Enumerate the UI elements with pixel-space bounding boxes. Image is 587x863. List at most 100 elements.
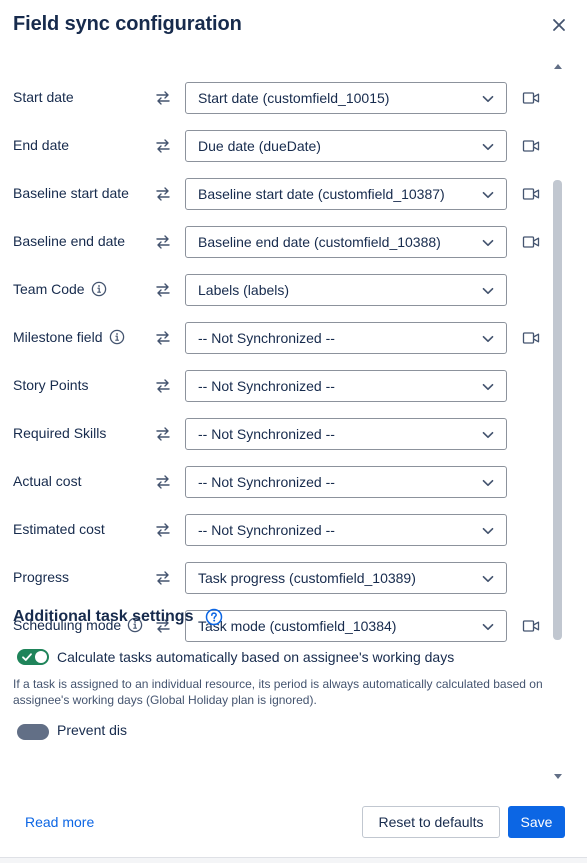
video-camera-icon[interactable] [522,234,540,250]
read-more-link[interactable]: Read more [25,814,94,830]
field-row: End date Due date (dueDate) [0,130,550,162]
field-select-value: -- Not Synchronized -- [198,426,335,442]
field-select[interactable]: -- Not Synchronized -- [185,322,507,354]
field-sync-dialog: Field sync configuration Start date Start… [0,0,587,858]
field-row: Estimated cost -- Not Synchronized -- [0,514,550,546]
field-select-value: Due date (dueDate) [198,138,321,154]
scroll-down-arrow-icon[interactable] [553,773,563,781]
field-label: Baseline end date [13,233,125,249]
field-row: Milestone field -- Not Synchronized -- [0,322,550,354]
video-camera-icon[interactable] [522,330,540,346]
scrollbar-thumb[interactable] [553,180,562,640]
sync-arrows-icon [154,233,172,251]
field-label: Estimated cost [13,521,105,537]
field-select-value: Labels (labels) [198,282,290,298]
field-label-text: Estimated cost [13,521,105,537]
second-toggle-label: Prevent dis [57,722,128,738]
additional-settings-title: Additional task settings [13,608,194,625]
field-label: Baseline start date [13,185,129,201]
chevron-down-icon [481,428,495,442]
field-label-text: Baseline start date [13,185,129,201]
field-select-value: -- Not Synchronized -- [198,474,335,490]
chevron-down-icon [481,140,495,154]
field-select[interactable]: Start date (customfield_10015) [185,82,507,114]
field-select-value: -- Not Synchronized -- [198,330,335,346]
dialog-title: Field sync configuration [13,13,242,35]
field-select-value: Task mode (customfield_10384) [198,618,397,634]
toggle-knob [35,651,47,663]
field-select[interactable]: Labels (labels) [185,274,507,306]
sync-arrows-icon [154,185,172,203]
chevron-down-icon [481,284,495,298]
field-select-value: Baseline end date (customfield_10388) [198,234,441,250]
sync-arrows-icon [154,329,172,347]
field-label-text: Required Skills [13,425,107,441]
sync-arrows-icon [154,281,172,299]
field-select[interactable]: Due date (dueDate) [185,130,507,162]
close-icon [553,19,565,31]
field-select[interactable]: -- Not Synchronized -- [185,514,507,546]
field-select[interactable]: Task progress (customfield_10389) [185,562,507,594]
save-button[interactable]: Save [508,806,565,838]
chevron-down-icon [481,92,495,106]
field-select[interactable]: -- Not Synchronized -- [185,418,507,450]
field-select-value: -- Not Synchronized -- [198,378,335,394]
field-label: Start date [13,89,74,105]
sync-arrows-icon [154,569,172,587]
close-button[interactable] [548,14,570,36]
field-label-text: Start date [13,89,74,105]
auto-calc-help-text: If a task is assigned to an individual r… [13,677,543,707]
sync-arrows-icon [154,137,172,155]
info-icon[interactable] [91,281,107,297]
sync-arrows-icon [154,425,172,443]
field-row: Actual cost -- Not Synchronized -- [0,466,550,498]
chevron-down-icon [481,236,495,250]
field-select[interactable]: Baseline start date (customfield_10387) [185,178,507,210]
check-icon [22,653,32,661]
field-row: Required Skills -- Not Synchronized -- [0,418,550,450]
field-label-text: Story Points [13,377,89,393]
video-camera-icon[interactable] [522,138,540,154]
chevron-down-icon [481,620,495,634]
video-camera-icon[interactable] [522,618,540,634]
chevron-down-icon [481,332,495,346]
field-label-text: Milestone field [13,329,103,345]
field-label-text: Actual cost [13,473,82,489]
video-camera-icon[interactable] [522,90,540,106]
info-icon[interactable] [109,329,125,345]
question-circle-icon[interactable] [205,608,223,626]
sync-arrows-icon [154,473,172,491]
field-select[interactable]: -- Not Synchronized -- [185,466,507,498]
video-camera-icon[interactable] [522,186,540,202]
field-select-value: Start date (customfield_10015) [198,90,390,106]
chevron-down-icon [481,380,495,394]
field-row: Story Points -- Not Synchronized -- [0,370,550,402]
field-label: Actual cost [13,473,81,489]
chevron-down-icon [481,572,495,586]
field-row: Progress Task progress (customfield_10389… [0,562,550,594]
additional-settings-heading: Additional task settings [13,608,223,626]
field-select[interactable]: -- Not Synchronized -- [185,370,507,402]
field-label: End date [13,137,69,153]
auto-calc-toggle[interactable] [17,649,49,665]
field-select[interactable]: Baseline end date (customfield_10388) [185,226,507,258]
chevron-down-icon [481,476,495,490]
sync-arrows-icon [154,89,172,107]
field-label: Story Points [13,377,88,393]
field-label: Milestone field [13,329,125,345]
field-label: Team Code [13,281,107,297]
scroll-up-arrow-icon[interactable] [553,62,563,70]
field-row: Start date Start date (customfield_10015) [0,82,550,114]
dialog-footer: Read more Reset to defaults Save [0,790,587,857]
second-toggle[interactable] [17,724,49,740]
auto-calc-toggle-row: Calculate tasks automatically based on a… [17,649,454,665]
field-label-text: Progress [13,569,70,585]
field-label-text: End date [13,137,70,153]
field-select[interactable]: Task mode (customfield_10384) [185,610,507,642]
reset-to-defaults-button[interactable]: Reset to defaults [362,806,500,838]
field-label-text: Baseline end date [13,233,126,249]
field-label: Progress [13,569,69,585]
field-row: Baseline end date Baseline end date (cust… [0,226,550,258]
chevron-down-icon [481,188,495,202]
field-label: Required Skills [13,425,106,441]
